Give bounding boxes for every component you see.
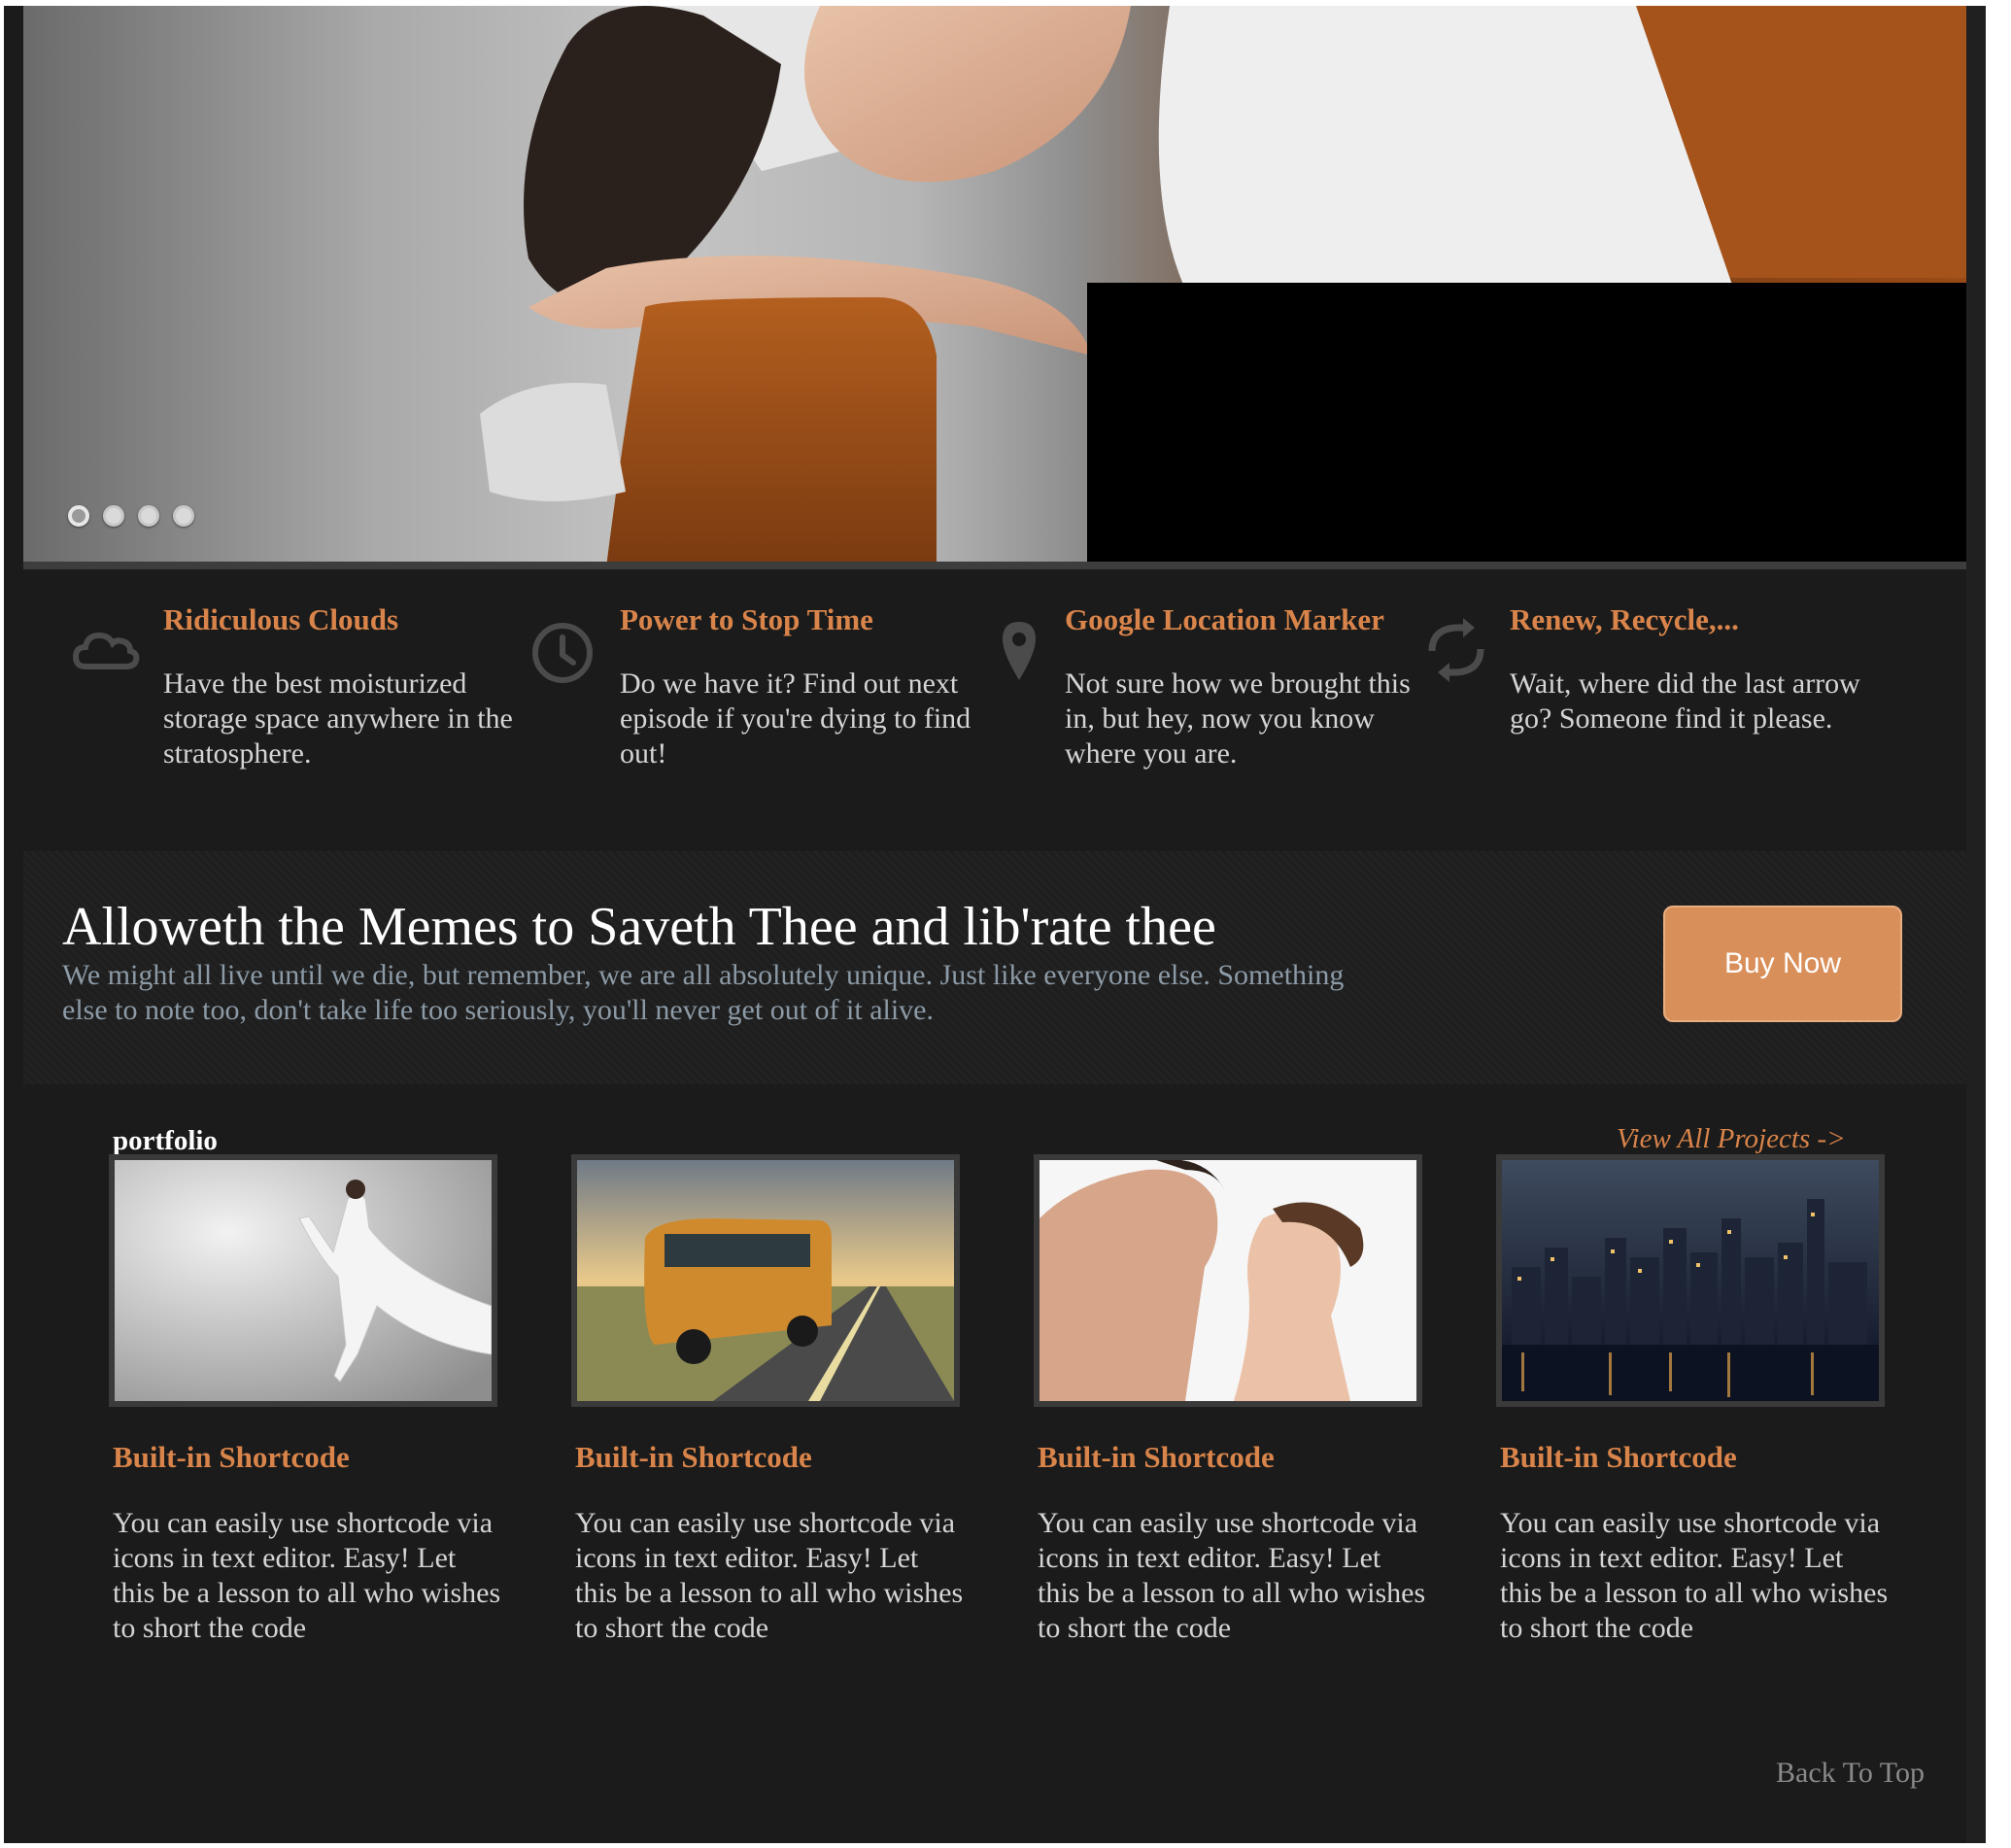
view-all-projects-link[interactable]: View All Projects -> [1617, 1123, 1846, 1155]
right-gutter [1966, 6, 1986, 1843]
portfolio-item-title[interactable]: Built-in Shortcode [1500, 1440, 1737, 1475]
back-to-top-link[interactable]: Back To Top [1776, 1757, 1925, 1790]
call-to-action-banner: Alloweth the Memes to Saveth Thee and li… [23, 851, 1966, 1084]
feature-title: Ridiculous Clouds [163, 602, 399, 636]
couple-image [1040, 1160, 1416, 1401]
hero-divider [23, 562, 1966, 569]
cloud-icon [72, 632, 140, 669]
feature-title: Power to Stop Time [620, 602, 873, 636]
feature-text: Have the best moisturized storage space … [163, 667, 513, 770]
slider-dot[interactable] [103, 505, 124, 527]
feature-title: Renew, Recycle,... [1510, 602, 1739, 636]
window-edge [1986, 0, 2011, 1848]
portfolio-item-text: You can easily use shortcode via icons i… [113, 1507, 501, 1644]
clock-icon [532, 623, 593, 683]
portfolio-item-title[interactable]: Built-in Shortcode [113, 1440, 350, 1475]
banner-subtitle: We might all live until we die, but reme… [62, 959, 1345, 1026]
portfolio-thumbnail[interactable] [1496, 1154, 1885, 1407]
slide-caption-area [1087, 283, 1966, 567]
feature-text: Wait, where did the last arrow go? Someo… [1510, 667, 1860, 735]
buy-now-button[interactable]: Buy Now [1663, 906, 1902, 1022]
slider-dot[interactable] [138, 505, 159, 527]
portfolio-item-title[interactable]: Built-in Shortcode [575, 1440, 812, 1475]
banner-title: Alloweth the Memes to Saveth Thee and li… [62, 897, 1216, 957]
portfolio-item-text: You can easily use shortcode via icons i… [1038, 1507, 1426, 1644]
portfolio-thumbnail[interactable] [571, 1154, 960, 1407]
bus-image [577, 1160, 954, 1401]
feature-text: Not sure how we brought this in, but hey… [1065, 667, 1411, 770]
portfolio-heading: portfolio [113, 1125, 218, 1156]
slider-dot[interactable] [68, 505, 89, 527]
portfolio-item-text: You can easily use shortcode via icons i… [575, 1507, 964, 1644]
city-skyline-image [1502, 1160, 1879, 1401]
feature-text: Do we have it? Find out next episode if … [620, 667, 971, 770]
feature-title: Google Location Marker [1065, 602, 1384, 636]
dancer-image [115, 1160, 492, 1401]
refresh-icon [1428, 618, 1484, 682]
portfolio-item-title[interactable]: Built-in Shortcode [1038, 1440, 1275, 1475]
portfolio-thumbnail[interactable] [1034, 1154, 1422, 1407]
slider-dot[interactable] [173, 505, 194, 527]
portfolio-thumbnail[interactable] [109, 1154, 497, 1407]
portfolio-item-text: You can easily use shortcode via icons i… [1500, 1507, 1889, 1644]
hero-slider[interactable] [23, 6, 1966, 567]
features-row: Ridiculous Clouds Have the best moisturi… [23, 602, 1966, 797]
slider-pagination[interactable] [68, 505, 194, 527]
map-marker-icon [1003, 622, 1036, 680]
